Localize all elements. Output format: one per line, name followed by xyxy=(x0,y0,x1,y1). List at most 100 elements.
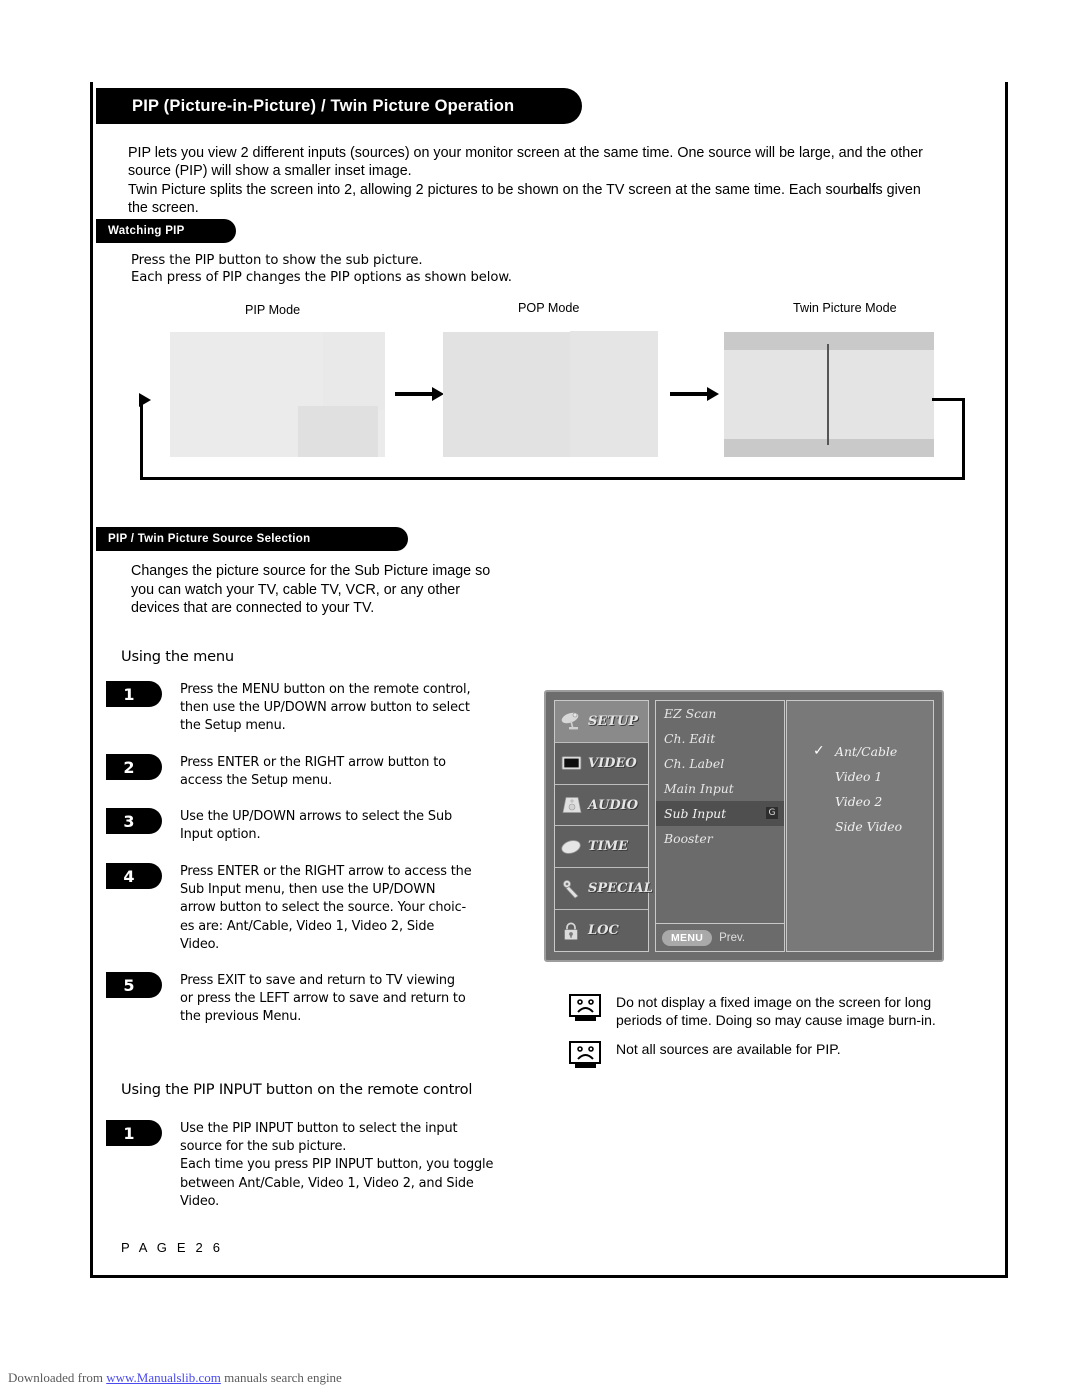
source-line-1: Changes the picture source for the Sub P… xyxy=(131,563,491,579)
step-number-3: 3 xyxy=(106,808,162,834)
mode-label-pip: PIP Mode xyxy=(245,303,301,317)
step-4-line-4: es are: Ant/Cable, Video 1, Video 2, Sid… xyxy=(180,918,435,934)
note-line-2: periods of time. Doing so may cause imag… xyxy=(616,1012,936,1029)
osd-menu-item-booster[interactable]: Booster xyxy=(656,826,784,851)
section-heading-watching-pip: Watching PIP xyxy=(96,219,236,243)
padlock-icon xyxy=(560,921,584,941)
osd-option-label: Side Video xyxy=(835,819,903,834)
note-item-sources: Not all sources are available for PIP. xyxy=(568,1040,998,1070)
osd-option-label: Ant/Cable xyxy=(835,744,898,759)
osd-category-label: SPECIAL xyxy=(588,881,653,897)
step-4-line-2: Sub Input menu, then use the UP/DOWN xyxy=(180,882,436,898)
osd-menu-item-label: EZ Scan xyxy=(664,706,717,721)
tv-screen-icon xyxy=(560,753,584,773)
clock-disc-icon xyxy=(560,837,584,857)
osd-category-special[interactable]: SPECIAL xyxy=(555,868,653,911)
osd-category-label: LOC xyxy=(588,923,619,939)
mode-label-twin: Twin Picture Mode xyxy=(793,301,897,315)
loop-arrow-right-vertical xyxy=(962,398,965,480)
intro-line-2: source (PIP) will show a smaller inset i… xyxy=(128,163,412,180)
watching-line-1: Press the PIP button to show the sub pic… xyxy=(131,253,423,268)
osd-option-video-1[interactable]: Video 1 xyxy=(787,764,933,789)
intro-line-4: the screen. xyxy=(128,200,199,217)
source-line-2: you can watch your TV, cable TV, VCR, or… xyxy=(131,581,461,598)
osd-option-label: Video 1 xyxy=(835,769,883,784)
step-2-line-2: access the Setup menu. xyxy=(180,773,333,789)
osd-menu-item-label: Booster xyxy=(664,831,713,846)
note-line-1: Do not display a fixed image on the scre… xyxy=(616,994,932,1010)
step-number-1: 1 xyxy=(106,681,162,707)
step-1-line-1: Press the MENU button on the remote cont… xyxy=(180,682,471,697)
step-3-line-2: Input option. xyxy=(180,827,261,843)
osd-category-label: VIDEO xyxy=(588,755,637,771)
flow-arrow-2-head xyxy=(707,387,719,401)
step-4-line-1: Press ENTER or the RIGHT arrow to access… xyxy=(180,864,472,879)
source-line-3: devices that are connected to your TV. xyxy=(131,600,375,617)
page-number: P A G E 2 6 xyxy=(121,1240,224,1255)
speaker-icon xyxy=(560,795,584,815)
osd-option-side-video[interactable]: Side Video xyxy=(787,814,933,839)
intro-line-3-d: is given xyxy=(868,181,921,198)
intro-line-3-a: Twin Picture splits the screen into 2, a… xyxy=(128,181,841,198)
mode-label-pop: POP Mode xyxy=(518,301,580,315)
watching-pip-text: Press the PIP button to show the sub pic… xyxy=(131,252,751,286)
osd-category-label: SETUP xyxy=(588,713,639,729)
osd-category-lock[interactable]: LOC xyxy=(555,910,648,951)
twin-mode-divider xyxy=(827,344,829,445)
manualslib-link[interactable]: www.Manualslib.com xyxy=(106,1370,221,1385)
osd-menu-item-ch-label[interactable]: Ch. Label xyxy=(656,751,784,776)
osd-menu-item-main-input[interactable]: Main Input xyxy=(656,776,784,801)
note-text-burn-in: Do not display a fixed image on the scre… xyxy=(616,993,936,1030)
step-number-4: 4 xyxy=(106,863,162,889)
osd-menu-item-sub-input[interactable]: Sub Input G xyxy=(656,801,784,826)
osd-menu-item-ch-edit[interactable]: Ch. Edit xyxy=(656,726,784,751)
step-1-line-3: the Setup menu. xyxy=(180,718,286,734)
download-suffix: manuals search engine xyxy=(220,1370,342,1385)
satellite-dish-icon xyxy=(560,711,584,731)
osd-category-video[interactable]: VIDEO xyxy=(555,743,648,785)
page-title: PIP (Picture-in-Picture) / Twin Picture … xyxy=(96,88,582,124)
osd-option-ant-cable[interactable]: ✓ Ant/Cable xyxy=(787,739,933,764)
osd-menu-item-ez-scan[interactable]: EZ Scan xyxy=(656,701,784,726)
check-icon: ✓ xyxy=(813,743,825,759)
step-text-4: Press ENTER or the RIGHT arrow to access… xyxy=(180,863,480,954)
remote-step-1-line-2: source for the sub picture. xyxy=(180,1139,347,1155)
loop-arrow-right-segment xyxy=(932,398,965,401)
chevron-right-icon: G xyxy=(766,807,778,819)
step-2-line-1: Press ENTER or the RIGHT arrow button to xyxy=(180,755,446,770)
step-text-2: Press ENTER or the RIGHT arrow button to… xyxy=(180,754,480,790)
menu-key-button[interactable]: MENU xyxy=(662,929,713,946)
step-4-line-3: arrow button to select the source. Your … xyxy=(180,900,467,916)
osd-category-label: TIME xyxy=(588,839,629,855)
remote-step-text-1: Use the PIP INPUT button to select the i… xyxy=(180,1120,510,1211)
remote-step-1-line-1: Use the PIP INPUT button to select the i… xyxy=(180,1121,458,1136)
osd-menu-list: EZ Scan Ch. Edit Ch. Label Main Input Su… xyxy=(655,700,785,952)
remote-step-1-line-3: Each time you press PIP INPUT button, yo… xyxy=(180,1157,494,1173)
loop-arrow-head xyxy=(139,393,151,407)
step-number-5: 5 xyxy=(106,972,162,998)
section-heading-source-selection: PIP / Twin Picture Source Selection xyxy=(96,527,408,551)
osd-menu-screenshot: SETUP VIDEO AUDIO TIME SPECIAL LOC EZ Sc… xyxy=(544,690,944,962)
section-heading-source-selection-text: PIP / Twin Picture Source Selection xyxy=(108,533,311,545)
osd-option-list: ✓ Ant/Cable Video 1 Video 2 Side Video xyxy=(786,700,934,952)
osd-option-video-2[interactable]: Video 2 xyxy=(787,789,933,814)
subheading-using-pip-input: Using the PIP INPUT button on the remote… xyxy=(121,1081,473,1098)
prev-label: Prev. xyxy=(719,931,746,944)
remote-step-number-1: 1 xyxy=(106,1120,162,1146)
osd-menu-item-label: Sub Input xyxy=(664,806,727,821)
page-title-text: PIP (Picture-in-Picture) / Twin Picture … xyxy=(132,96,515,115)
step-text-1: Press the MENU button on the remote cont… xyxy=(180,681,480,736)
intro-line-1: PIP lets you view 2 different inputs (so… xyxy=(128,145,923,161)
osd-category-time[interactable]: TIME xyxy=(555,826,648,869)
osd-category-setup[interactable]: SETUP xyxy=(555,701,648,743)
sad-tv-icon xyxy=(568,1040,604,1070)
osd-option-label: Video 2 xyxy=(835,794,883,809)
osd-menu-item-label: Ch. Label xyxy=(664,756,725,771)
osd-category-audio[interactable]: AUDIO xyxy=(555,785,648,827)
pip-mode-inset-picture xyxy=(298,406,378,457)
loop-arrow-bottom-segment xyxy=(140,477,965,480)
intro-line-3-overlap: half xyxy=(852,181,876,198)
loop-arrow-left-vertical xyxy=(140,400,143,480)
subheading-using-the-menu: Using the menu xyxy=(121,648,234,665)
remote-step-1-line-4: between Ant/Cable, Video 1, Video 2, and… xyxy=(180,1175,474,1191)
